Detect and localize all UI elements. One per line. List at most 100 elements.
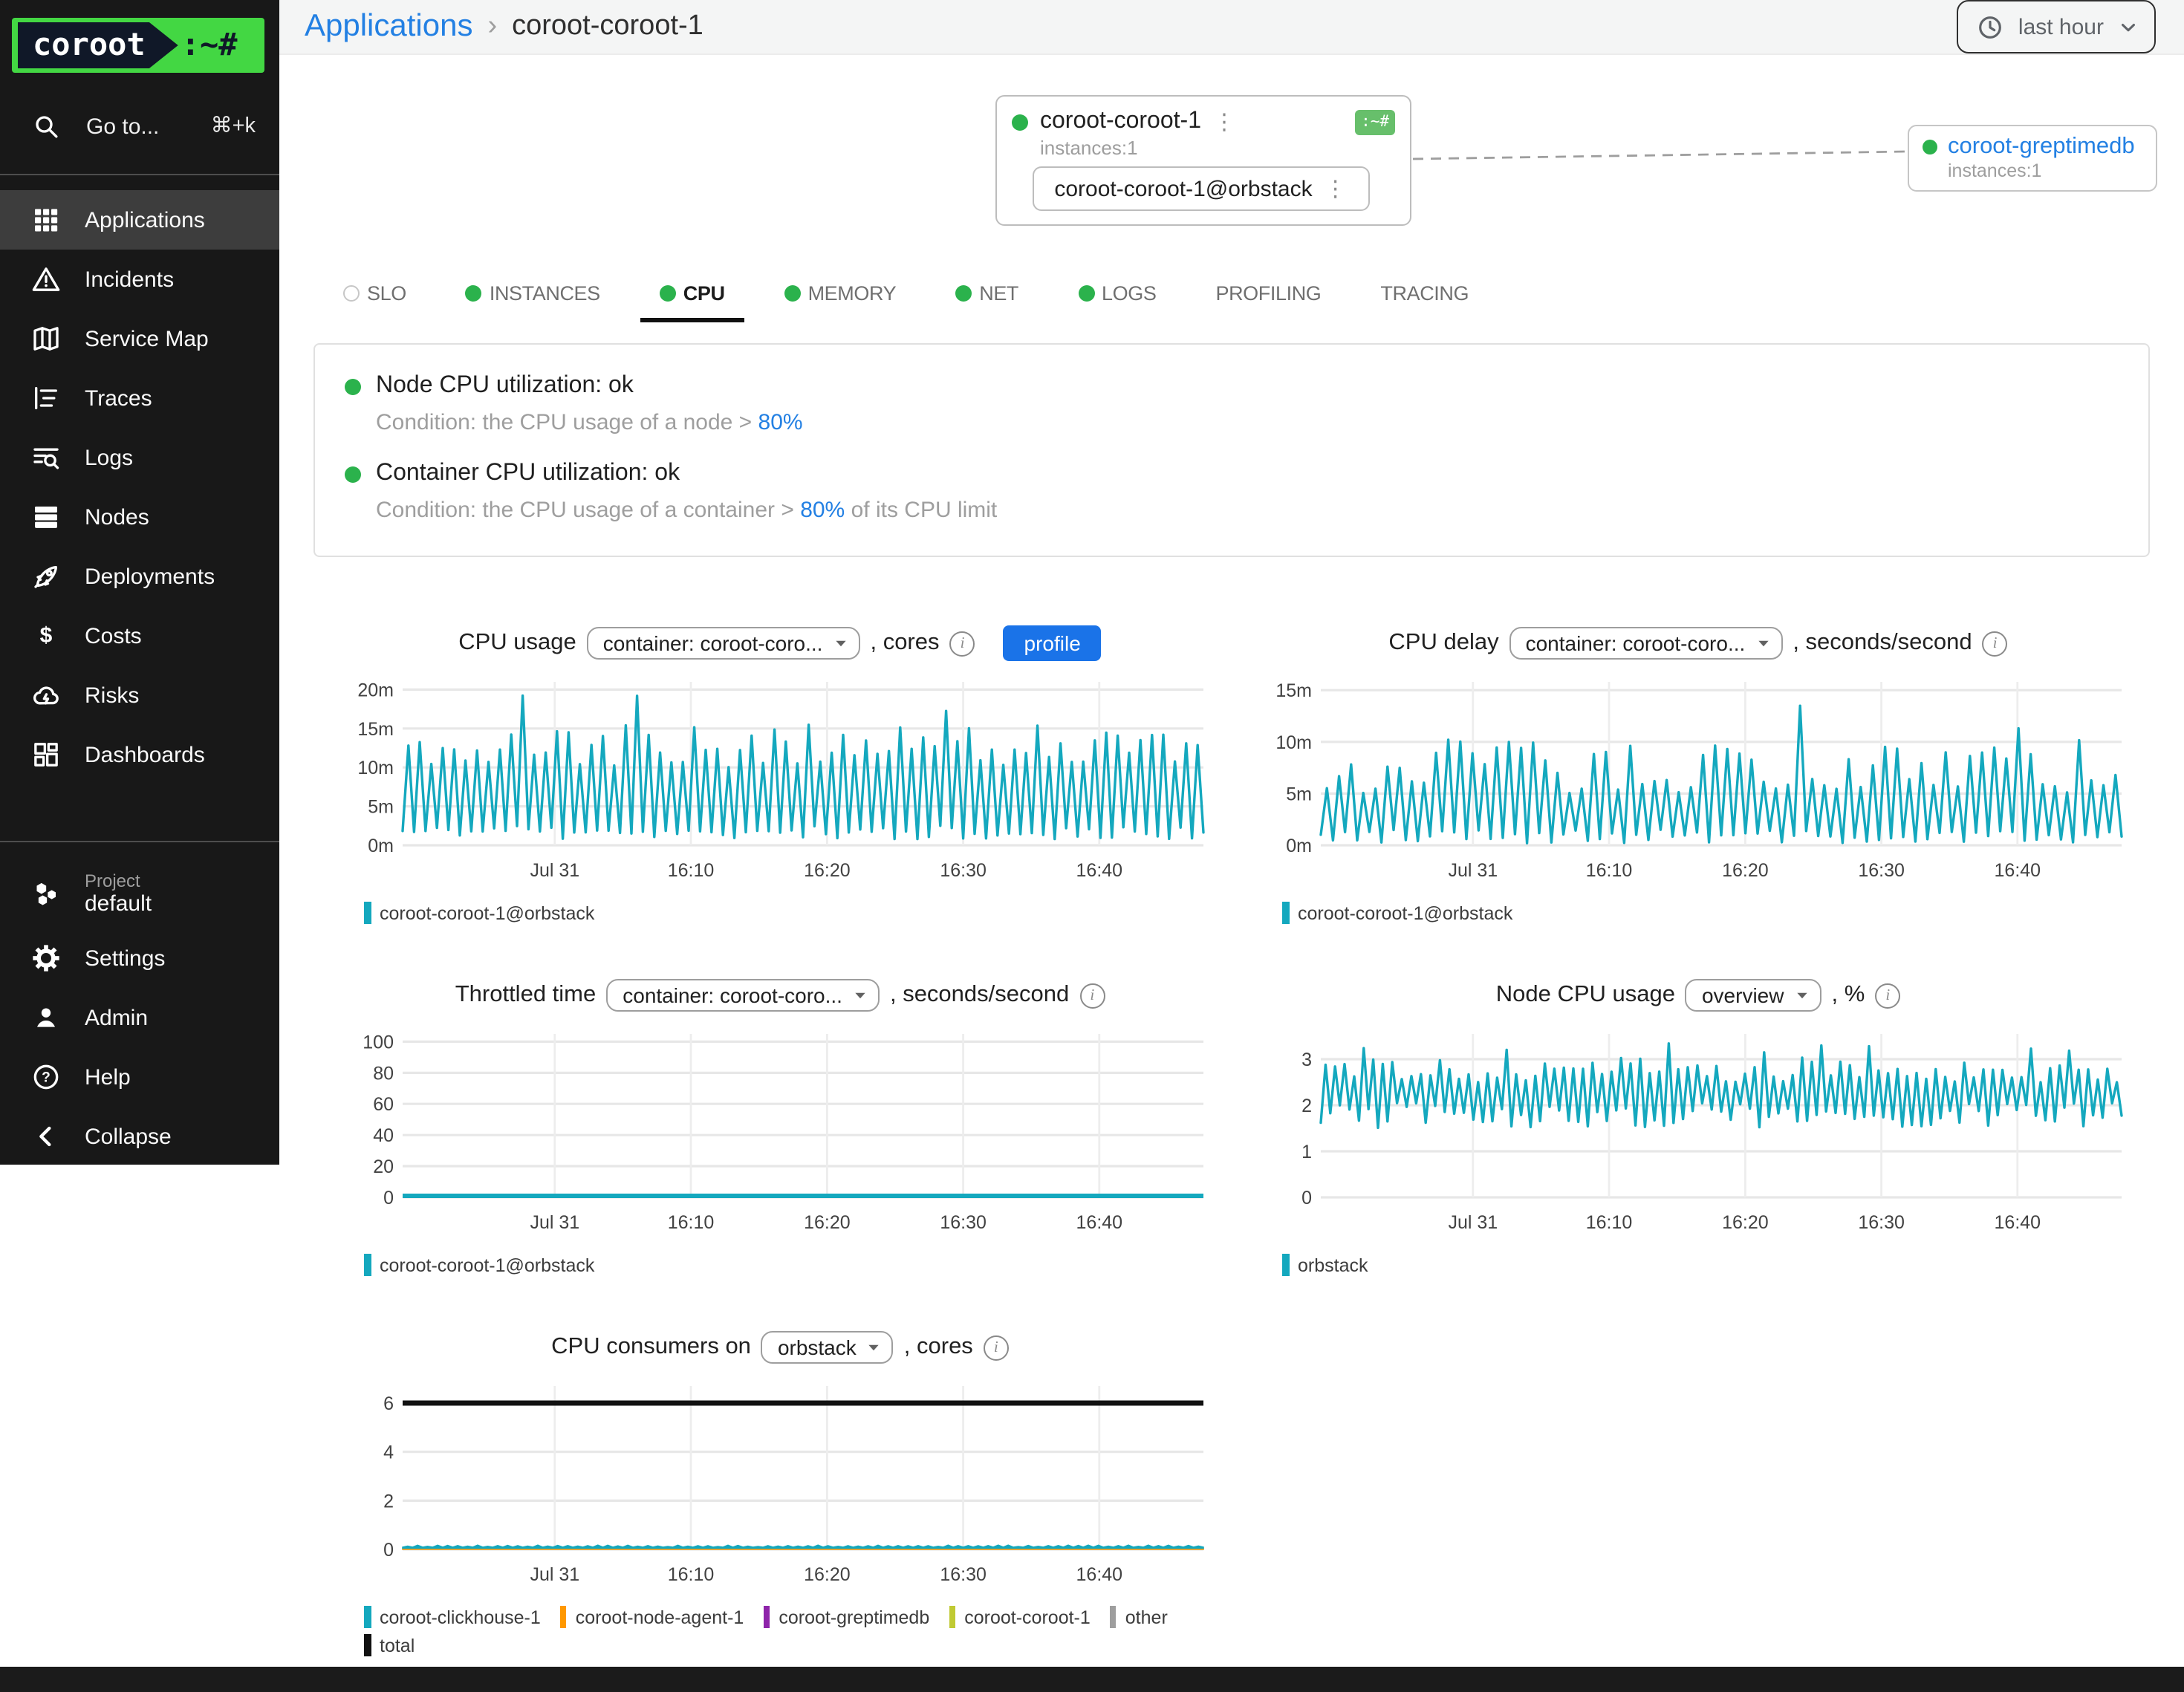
- profile-button[interactable]: profile: [1004, 625, 1102, 661]
- kebab-menu-icon[interactable]: ⋮: [1325, 175, 1348, 202]
- sidebar-item-project[interactable]: Project default: [0, 857, 279, 928]
- chevron-left-icon: [31, 1122, 61, 1151]
- chart-scope-select[interactable]: orbstack: [761, 1331, 894, 1364]
- breadcrumb-applications[interactable]: Applications: [305, 9, 472, 45]
- status-ok-dot: [345, 379, 361, 395]
- sidebar-item-incidents[interactable]: Incidents: [0, 250, 279, 309]
- tab-instances[interactable]: INSTANCES: [466, 282, 600, 305]
- tab-label: TRACING: [1380, 282, 1469, 305]
- chart-scope-select[interactable]: container: coroot-coro...: [606, 979, 880, 1012]
- tab-net[interactable]: NET: [955, 282, 1018, 305]
- legend-item[interactable]: coroot-coroot-1@orbstack: [364, 1254, 594, 1276]
- legend-item[interactable]: other: [1110, 1606, 1168, 1628]
- sidebar-item-service-map[interactable]: Service Map: [0, 309, 279, 368]
- tab-label: NET: [979, 282, 1018, 305]
- legend-item[interactable]: coroot-coroot-1@orbstack: [1282, 902, 1512, 924]
- sidebar-item-nodes[interactable]: Nodes: [0, 487, 279, 547]
- legend-item[interactable]: orbstack: [1282, 1254, 1368, 1276]
- info-icon[interactable]: i: [984, 1335, 1009, 1360]
- sidebar-item-risks[interactable]: Risks: [0, 666, 279, 725]
- svg-text:20m: 20m: [357, 680, 394, 700]
- tab-cpu[interactable]: CPU: [660, 282, 725, 305]
- peer-service-link[interactable]: coroot-greptimedb: [1948, 134, 2135, 160]
- tab-status-dot: [660, 285, 676, 302]
- tab-logs[interactable]: LOGS: [1078, 282, 1156, 305]
- tab-profiling[interactable]: PROFILING: [1215, 282, 1321, 305]
- chart-scope-select[interactable]: overview: [1686, 979, 1821, 1012]
- content: coroot-coroot-1 ⋮ :~# instances:1 coroot…: [279, 55, 2184, 1686]
- status-dot: [1012, 114, 1028, 130]
- kebab-menu-icon[interactable]: ⋮: [1213, 108, 1237, 135]
- dashboards-icon: [31, 740, 61, 769]
- svg-text:15m: 15m: [357, 719, 394, 740]
- svg-text:5m: 5m: [1286, 784, 1312, 804]
- legend-item[interactable]: coroot-clickhouse-1: [364, 1606, 541, 1628]
- chart-throttled-time: Throttled timecontainer: coroot-coro...,…: [349, 974, 1211, 1276]
- sidebar-item-logs[interactable]: Logs: [0, 428, 279, 487]
- info-icon[interactable]: i: [1875, 983, 1900, 1008]
- sidebar-item-dashboards[interactable]: Dashboards: [0, 725, 279, 784]
- logs-icon: [31, 443, 61, 472]
- tab-tracing[interactable]: TRACING: [1380, 282, 1469, 305]
- status-condition: Condition: the CPU usage of a node > 80%: [376, 410, 803, 435]
- chart-plot-cpu-consumers[interactable]: 0246Jul 3116:1016:2016:3016:40: [349, 1374, 1211, 1597]
- grid-icon: [31, 205, 61, 235]
- tab-label: INSTANCES: [490, 282, 600, 305]
- sidebar-item-label: Traces: [85, 385, 152, 411]
- tab-memory[interactable]: MEMORY: [784, 282, 897, 305]
- service-map-panel: coroot-coroot-1 ⋮ :~# instances:1 coroot…: [279, 95, 2184, 238]
- sidebar-item-help[interactable]: ?Help: [0, 1047, 279, 1107]
- info-icon[interactable]: i: [1079, 983, 1105, 1008]
- service-card-current[interactable]: coroot-coroot-1 ⋮ :~# instances:1 coroot…: [995, 95, 1411, 226]
- tab-slo[interactable]: SLO: [343, 282, 406, 305]
- status-dot: [1923, 140, 1937, 154]
- sidebar-divider: [0, 841, 279, 842]
- svg-text:16:30: 16:30: [940, 860, 987, 881]
- legend-item[interactable]: coroot-coroot-1: [949, 1606, 1091, 1628]
- chart-plot-cpu-usage[interactable]: 0m5m10m15m20mJul 3116:1016:2016:3016:40: [349, 670, 1211, 893]
- status-item-container-cpu: Container CPU utilization: ok Condition:…: [345, 461, 2119, 523]
- tab-label: MEMORY: [808, 282, 897, 305]
- instances-count: instances:1: [1948, 160, 2142, 181]
- topbar: Applications › coroot-coroot-1 last hour: [279, 0, 2184, 55]
- legend-item[interactable]: coroot-greptimedb: [763, 1606, 929, 1628]
- chart-plot-cpu-delay[interactable]: 0m5m10m15mJul 3116:1016:2016:3016:40: [1267, 670, 2129, 893]
- sidebar-item-traces[interactable]: Traces: [0, 368, 279, 428]
- status-item-node-cpu: Node CPU utilization: ok Condition: the …: [345, 373, 2119, 435]
- goto-search[interactable]: Go to... ⌘+k: [0, 94, 279, 159]
- sidebar-item-admin[interactable]: Admin: [0, 988, 279, 1047]
- sidebar-item-deployments[interactable]: Deployments: [0, 547, 279, 606]
- service-card-peer[interactable]: coroot-greptimedb instances:1: [1908, 125, 2157, 192]
- tab-label: LOGS: [1102, 282, 1156, 305]
- chart-scope-select[interactable]: container: coroot-coro...: [587, 627, 860, 660]
- time-range-picker[interactable]: last hour: [1957, 0, 2156, 53]
- tab-status-dot: [784, 285, 801, 302]
- legend-item[interactable]: coroot-node-agent-1: [560, 1606, 744, 1628]
- chart-title: CPU consumers on: [551, 1334, 751, 1361]
- tab-status-dot: [466, 285, 482, 302]
- sidebar-item-label: Nodes: [85, 504, 149, 530]
- sidebar-item-label: Dashboards: [85, 742, 205, 767]
- chart-node-cpu-usage: Node CPU usageoverview, %i0123Jul 3116:1…: [1267, 974, 2129, 1276]
- chart-scope-select[interactable]: container: coroot-coro...: [1509, 627, 1783, 660]
- info-icon[interactable]: i: [950, 631, 975, 656]
- cloud-bolt-icon: [31, 680, 61, 710]
- chart-title: CPU usage: [458, 630, 576, 657]
- svg-text:16:10: 16:10: [668, 860, 715, 881]
- status-condition: Condition: the CPU usage of a container …: [376, 498, 997, 523]
- instance-chip[interactable]: coroot-coroot-1@orbstack ⋮: [1033, 166, 1370, 211]
- sidebar-item-collapse[interactable]: Collapse: [0, 1107, 279, 1166]
- sidebar-item-settings[interactable]: Settings: [0, 928, 279, 988]
- breadcrumb-separator-icon: ›: [487, 10, 497, 43]
- coroot-logo[interactable]: coroot :~#: [12, 18, 264, 73]
- sidebar-item-applications[interactable]: Applications: [0, 190, 279, 250]
- coroot-logo-suffix: :~#: [181, 26, 238, 65]
- chart-plot-throttled-time[interactable]: 020406080100Jul 3116:1016:2016:3016:40: [349, 1022, 1211, 1245]
- info-icon[interactable]: i: [1983, 631, 2008, 656]
- instances-count: instances:1: [1040, 137, 1395, 159]
- legend-item[interactable]: coroot-coroot-1@orbstack: [364, 902, 594, 924]
- sidebar-item-costs[interactable]: $Costs: [0, 606, 279, 666]
- chart-plot-node-cpu-usage[interactable]: 0123Jul 3116:1016:2016:3016:40: [1267, 1022, 2129, 1245]
- svg-text:3: 3: [1301, 1050, 1312, 1070]
- legend-item[interactable]: total: [364, 1634, 415, 1656]
